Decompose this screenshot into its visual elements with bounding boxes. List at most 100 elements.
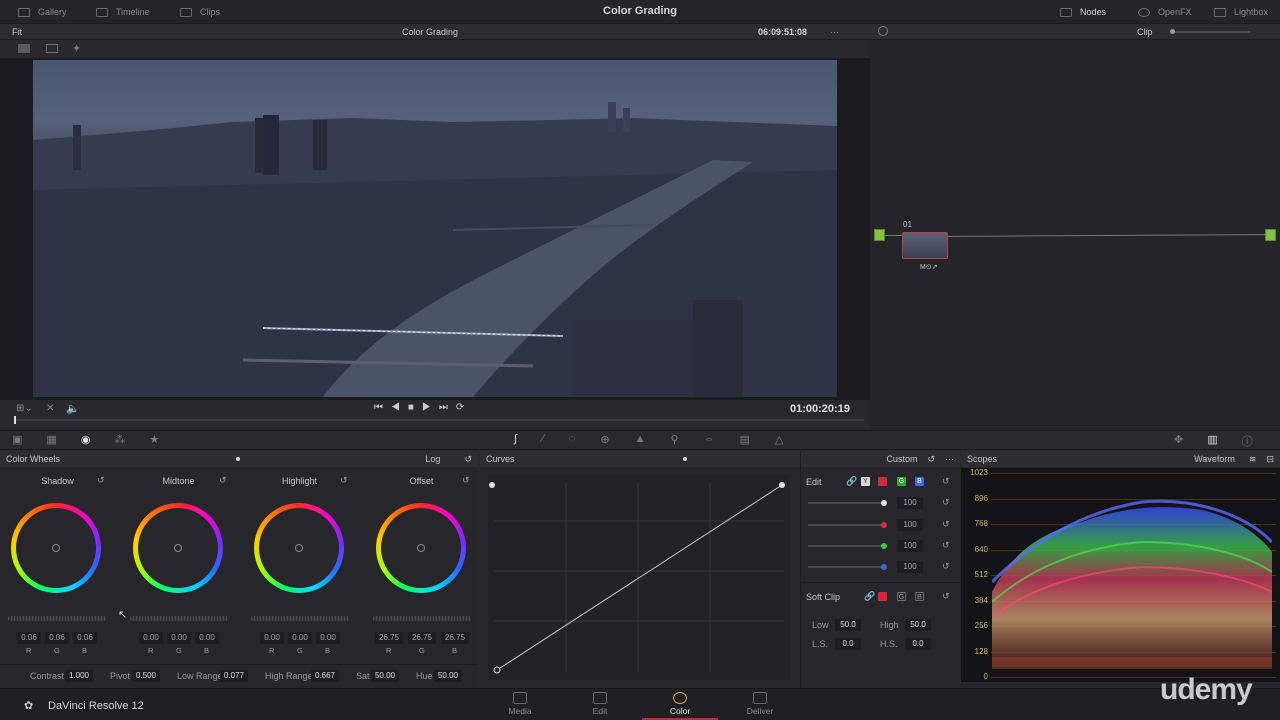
viewer-mode-icon[interactable] <box>18 44 30 53</box>
log-mode-dropdown[interactable]: Log <box>425 454 440 464</box>
curves-icon[interactable]: ∫ <box>514 433 517 446</box>
first-frame-icon[interactable]: ⏮ <box>374 402 391 413</box>
reset-icon[interactable]: ↺ <box>464 454 472 465</box>
scope-layout-icon[interactable]: ⊟ <box>1266 454 1274 465</box>
y-intensity-value[interactable]: 100 <box>897 497 923 509</box>
shadow-b-value[interactable]: 0.06 <box>73 632 97 644</box>
sat-value[interactable]: 50.00 <box>371 670 399 682</box>
reset-icon[interactable]: ↺ <box>942 497 950 508</box>
color-page-button[interactable]: Color <box>642 692 718 720</box>
midtone-g-value[interactable]: 0.00 <box>167 632 191 644</box>
highlight-b-value[interactable]: 0.00 <box>316 632 340 644</box>
3d-icon[interactable]: ▤ <box>740 433 750 446</box>
g-intensity-slider[interactable] <box>808 545 884 547</box>
shadow-r-value[interactable]: 0.06 <box>17 632 41 644</box>
reset-icon[interactable]: ↺ <box>942 591 950 602</box>
midtone-r-value[interactable]: 0.00 <box>139 632 163 644</box>
reset-icon[interactable]: ↺ <box>927 454 935 465</box>
node-01[interactable] <box>902 232 948 259</box>
last-frame-icon[interactable]: ⏭ <box>439 402 456 413</box>
clips-tab[interactable]: Clips <box>180 0 220 24</box>
b-intensity-slider[interactable] <box>808 566 884 568</box>
split-screen-icon[interactable] <box>46 44 58 53</box>
bypass-icon[interactable] <box>878 26 888 36</box>
edit-page-button[interactable]: Edit <box>570 692 630 716</box>
video-frame[interactable] <box>33 60 837 397</box>
node-input[interactable] <box>874 229 885 241</box>
deliver-page-button[interactable]: Deliver <box>730 692 790 716</box>
y-channel-button[interactable]: Y <box>861 477 870 486</box>
highlight-r-value[interactable]: 0.00 <box>260 632 284 644</box>
reset-icon[interactable]: ↺ <box>942 519 950 530</box>
stop-icon[interactable]: ■ <box>408 402 422 413</box>
nodes-tab[interactable]: Nodes <box>1060 0 1106 24</box>
openfx-tab[interactable]: OpenFX <box>1138 0 1192 24</box>
midtone-wheel-puck[interactable] <box>174 544 182 552</box>
hs-value[interactable]: 0.0 <box>905 638 931 650</box>
motion-effects-icon[interactable]: ★ <box>149 433 159 446</box>
softclip-g-button[interactable]: G <box>897 592 906 601</box>
scopes-icon[interactable]: ▥ <box>1207 433 1217 449</box>
g-channel-button[interactable]: G <box>897 477 906 486</box>
zoom-slider[interactable] <box>1170 29 1250 34</box>
scrubber[interactable] <box>14 416 864 424</box>
r-intensity-slider[interactable] <box>808 524 884 526</box>
window-icon[interactable]: ◌ <box>569 433 576 446</box>
hue-value[interactable]: 50.00 <box>434 670 462 682</box>
highlight-reset-icon[interactable]: ↺ <box>340 475 348 486</box>
playback-controls[interactable]: ⏮◀■▶⏭⟳ <box>374 402 472 413</box>
sizing-icon[interactable]: ⇔ <box>704 433 715 446</box>
reset-icon[interactable]: ↺ <box>942 476 950 487</box>
y-intensity-slider[interactable] <box>808 502 884 504</box>
lightbox-tab[interactable]: Lightbox <box>1214 0 1268 24</box>
link-icon[interactable]: 🔗 <box>864 591 875 602</box>
r-slider-knob[interactable] <box>881 522 887 528</box>
gallery-tab[interactable]: Gallery <box>18 0 67 24</box>
highlight-g-value[interactable]: 0.00 <box>288 632 312 644</box>
shadow-master-slider[interactable] <box>8 616 106 621</box>
r-intensity-value[interactable]: 100 <box>897 519 923 531</box>
qualifier-icon[interactable]: ⁄ <box>542 433 544 446</box>
offset-b-value[interactable]: 26.75 <box>441 632 469 644</box>
fit-dropdown[interactable]: Fit <box>12 27 22 37</box>
softclip-b-button[interactable]: B <box>915 592 924 601</box>
highlight-master-slider[interactable] <box>251 616 349 621</box>
offset-reset-icon[interactable]: ↺ <box>462 475 470 486</box>
waveform-dropdown[interactable]: Waveform <box>1194 454 1235 464</box>
softclip-r-button[interactable] <box>878 592 887 601</box>
b-slider-knob[interactable] <box>881 564 887 570</box>
reset-icon[interactable]: ↺ <box>942 540 950 551</box>
offset-g-value[interactable]: 26.75 <box>408 632 436 644</box>
rgb-mixer-icon[interactable]: ⁂ <box>114 433 125 446</box>
color-match-icon[interactable]: ▦ <box>46 433 56 446</box>
shadow-reset-icon[interactable]: ↺ <box>97 475 105 486</box>
r-channel-button[interactable] <box>878 477 887 486</box>
play-icon[interactable]: ▶ <box>422 402 439 413</box>
reverse-play-icon[interactable]: ◀ <box>391 402 408 413</box>
shadow-wheel-puck[interactable] <box>52 544 60 552</box>
b-channel-button[interactable]: B <box>915 477 924 486</box>
media-page-button[interactable]: Media <box>490 692 550 716</box>
camera-raw-icon[interactable]: ▣ <box>12 433 22 446</box>
more-options-icon[interactable]: ⋯ <box>945 454 954 465</box>
blur-icon[interactable]: ▲ <box>635 433 646 446</box>
midtone-b-value[interactable]: 0.00 <box>195 632 219 644</box>
scope-settings-icon[interactable]: ≋ <box>1249 454 1257 465</box>
g-intensity-value[interactable]: 100 <box>897 540 923 552</box>
close-icon[interactable]: ✕ <box>46 403 54 414</box>
y-slider-knob[interactable] <box>881 500 887 506</box>
node-output[interactable] <box>1265 229 1276 241</box>
midtone-master-slider[interactable] <box>130 616 228 621</box>
key-icon[interactable]: ⚲ <box>671 433 679 446</box>
clip-mode-dropdown[interactable]: Clip <box>1137 27 1153 37</box>
low-range-value[interactable]: 0.077 <box>220 670 248 682</box>
loop-icon[interactable]: ⟳ <box>456 402 472 413</box>
clip-name-dropdown[interactable]: Color Grading <box>380 27 480 37</box>
high-value[interactable]: 50.0 <box>905 619 931 631</box>
g-slider-knob[interactable] <box>881 543 887 549</box>
midtone-reset-icon[interactable]: ↺ <box>219 475 227 486</box>
wand-icon[interactable]: ✦ <box>72 42 81 55</box>
ls-value[interactable]: 0.0 <box>835 638 861 650</box>
pivot-value[interactable]: 0.500 <box>132 670 160 682</box>
custom-preset-dropdown[interactable]: Custom <box>886 454 917 464</box>
